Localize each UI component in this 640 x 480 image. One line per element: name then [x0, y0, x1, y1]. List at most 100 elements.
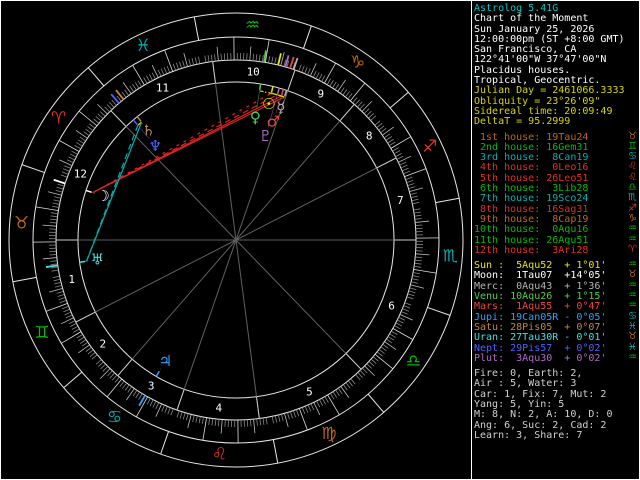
- degree-tick: [112, 374, 118, 381]
- degree-tick: [54, 281, 62, 285]
- degree-tick: [183, 53, 188, 67]
- degree-tick: [49, 222, 57, 224]
- planet-degree-tick-satu: [115, 89, 125, 101]
- house-divider-3: [117, 358, 133, 377]
- planet-degree-tick-nept: [110, 93, 120, 104]
- degree-tick: [161, 405, 165, 412]
- degree-tick: [412, 272, 421, 275]
- sign-boundary-line: [435, 197, 460, 204]
- degree-tick: [68, 156, 75, 161]
- degree-tick: [280, 414, 284, 422]
- degree-tick: [259, 418, 262, 426]
- degree-tick: [78, 336, 85, 342]
- degree-tick: [414, 262, 422, 265]
- house-number-6: 6: [388, 299, 395, 312]
- degree-tick: [385, 136, 392, 141]
- degree-tick: [319, 399, 323, 406]
- degree-tick: [287, 412, 290, 420]
- sign-glyph-gemini: ♊: [34, 323, 49, 343]
- degree-tick: [185, 413, 189, 421]
- degree-tick: [412, 202, 420, 205]
- degree-tick: [304, 406, 309, 413]
- degree-tick: [407, 183, 415, 186]
- aspect-line-mars-plut: [277, 94, 282, 97]
- planet-ring-tick-venu: [258, 83, 262, 90]
- degree-tick: [284, 413, 289, 427]
- degree-tick: [76, 333, 83, 339]
- degree-tick: [382, 126, 394, 136]
- degree-tick: [111, 99, 117, 106]
- degree-tick: [342, 89, 348, 96]
- degree-tick: [253, 419, 256, 434]
- sign-glyph-taurus: ♉: [14, 214, 29, 234]
- degree-tick: [50, 263, 58, 266]
- degree-tick: [413, 211, 421, 214]
- degree-tick: [290, 411, 293, 419]
- degree-tick: [53, 199, 61, 202]
- house-cusp-line-11: [212, 61, 237, 241]
- degree-tick: [134, 82, 140, 89]
- degree-tick: [73, 328, 80, 333]
- sign-glyph-libra: ♎: [406, 351, 421, 371]
- degree-tick: [74, 145, 81, 150]
- degree-tick: [57, 294, 65, 297]
- degree-tick: [109, 102, 115, 108]
- degree-tick: [301, 407, 306, 415]
- degree-tick: [361, 101, 373, 112]
- degree-tick: [392, 147, 399, 152]
- degree-tick: [155, 403, 163, 417]
- degree-tick: [191, 58, 195, 66]
- degree-tick: [391, 330, 398, 335]
- degree-tick: [410, 195, 418, 199]
- degree-tick: [364, 365, 375, 377]
- degree-tick: [411, 281, 419, 284]
- degree-tick: [143, 77, 148, 84]
- degree-tick: [99, 111, 106, 117]
- degree-tick: [60, 317, 74, 325]
- degree-tick: [404, 302, 412, 306]
- sign-boundary-line: [193, 16, 200, 41]
- degree-tick: [122, 382, 127, 389]
- degree-tick: [121, 91, 127, 98]
- degree-tick: [50, 218, 58, 221]
- degree-tick: [50, 260, 58, 262]
- chart-wheel: ♈♉♊♋♌♍♎♏♐♑♒♓123456789101112☽♅♃☿♂♇☉♀♄♆: [8, 12, 464, 468]
- degree-tick: [262, 417, 265, 425]
- planet-pointer-venu: [256, 91, 260, 109]
- degree-tick: [151, 64, 159, 78]
- planet-ring-tick-moon: [85, 189, 92, 194]
- degree-tick: [409, 287, 417, 291]
- degree-tick: [71, 325, 79, 330]
- house-cusp-line-6: [235, 239, 362, 370]
- degree-tick: [64, 311, 72, 316]
- planet-glyph-nept: ♆: [149, 137, 162, 155]
- stat-row: Learn: 3, Share: 7: [474, 429, 637, 441]
- degree-tick: [334, 83, 340, 90]
- degree-tick: [401, 311, 408, 315]
- planet-degree-tick-plut: [284, 55, 290, 68]
- degree-tick: [347, 93, 353, 100]
- sign-glyph: ♒: [628, 351, 637, 363]
- degree-tick: [76, 142, 83, 147]
- sign-glyph: ♈: [628, 243, 637, 255]
- planet-degree-tick-uran: [45, 264, 58, 268]
- degree-tick: [135, 391, 140, 399]
- degree-tick: [396, 155, 404, 160]
- house-number-5: 5: [306, 386, 313, 399]
- degree-tick: [138, 393, 143, 400]
- degree-tick: [378, 349, 385, 354]
- degree-tick: [342, 384, 348, 391]
- degree-tick: [321, 397, 326, 405]
- degree-tick: [324, 396, 329, 403]
- degree-tick: [194, 57, 198, 65]
- house-number-10: 10: [247, 65, 260, 78]
- degree-tick: [51, 205, 60, 208]
- stat-row-text: Learn: 3, Share: 7: [474, 429, 583, 441]
- degree-tick: [395, 322, 403, 327]
- sign-boundary-line: [21, 164, 45, 174]
- degree-tick: [304, 66, 308, 74]
- degree-tick: [53, 278, 61, 282]
- house-divider-8: [376, 157, 397, 169]
- degree-tick: [383, 133, 391, 139]
- degree-tick: [78, 344, 90, 354]
